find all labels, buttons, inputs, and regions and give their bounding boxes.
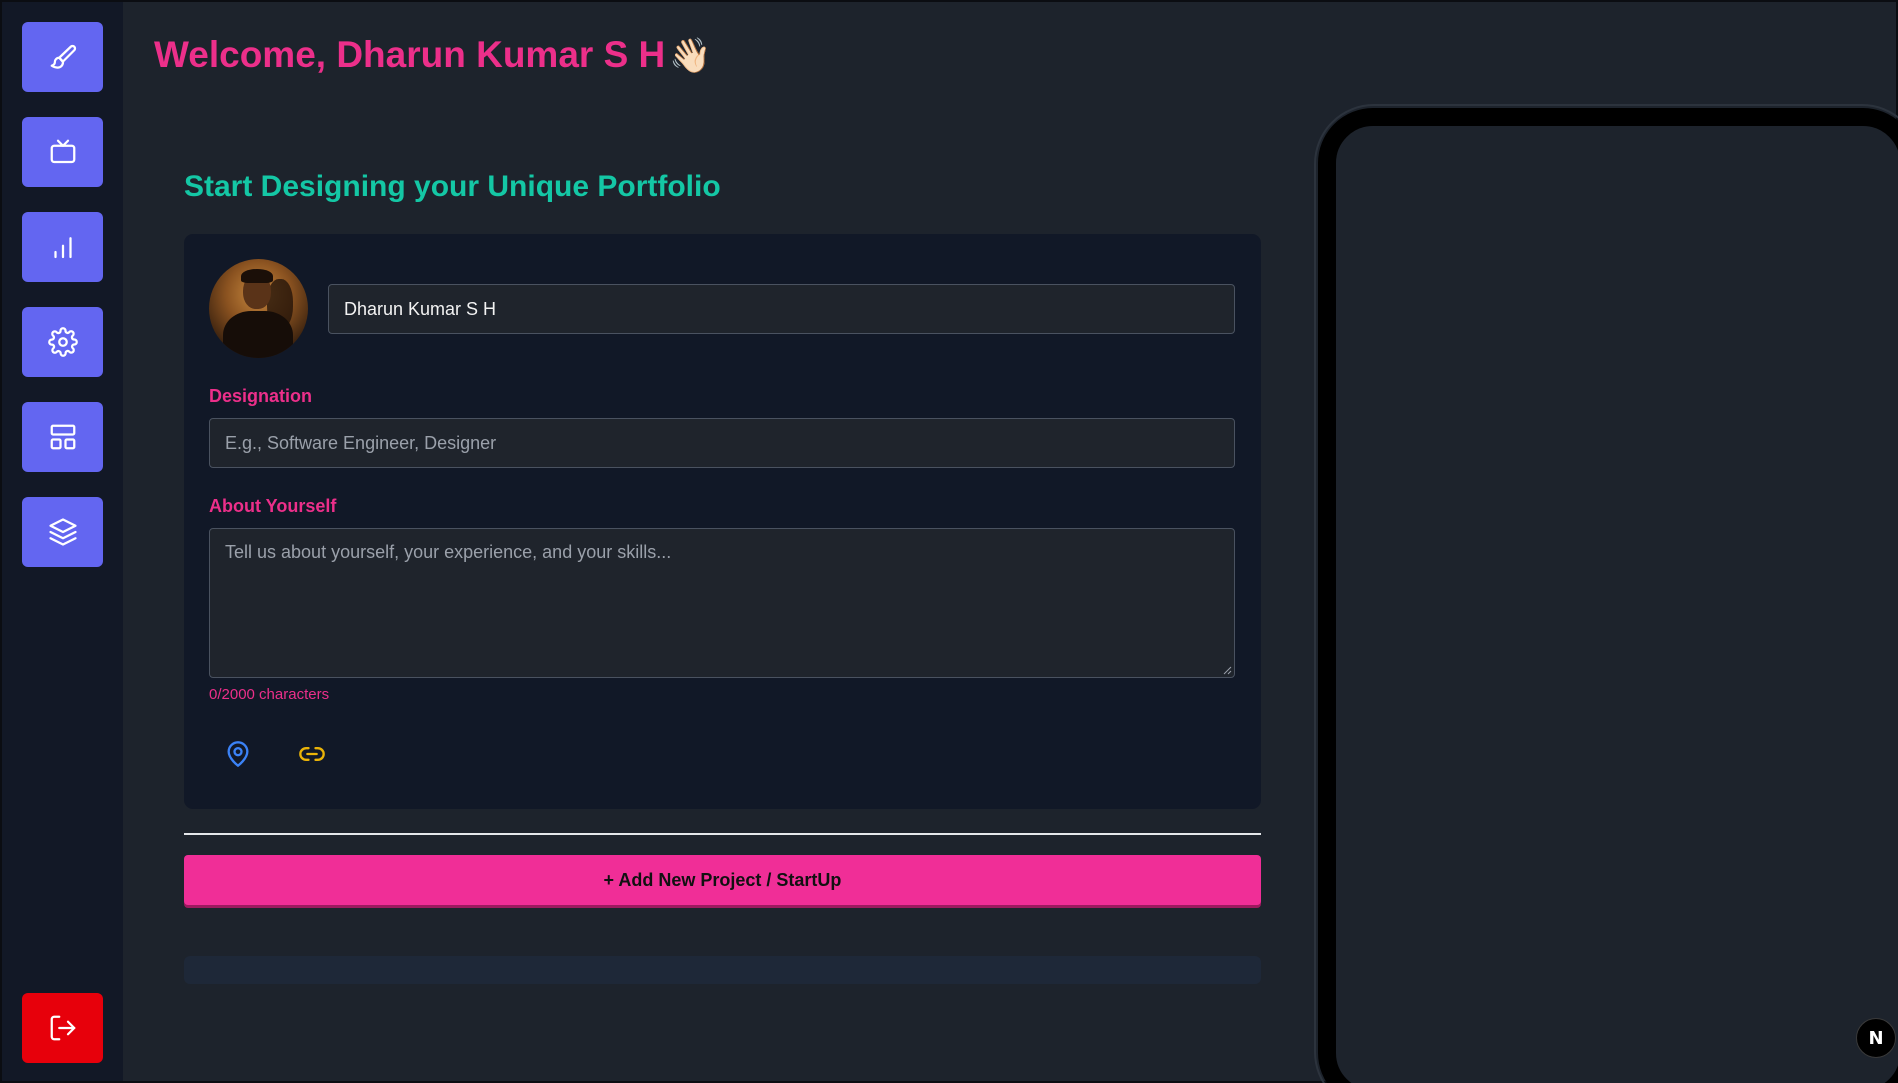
gear-icon (47, 327, 78, 357)
sidebar-item-templates[interactable] (22, 402, 103, 472)
sidebar-item-settings[interactable] (22, 307, 103, 377)
designation-label: Designation (209, 386, 313, 406)
designation-input[interactable]: E.g., Software Engineer, Designer (209, 418, 1235, 468)
tv-icon (50, 139, 75, 164)
welcome-text: Welcome, Dharun Kumar S H (154, 34, 666, 75)
sidebar-item-design[interactable] (22, 22, 103, 92)
welcome-heading: Welcome, Dharun Kumar S H 👋🏻 (154, 34, 712, 76)
link-icon (299, 747, 325, 761)
divider (184, 833, 1261, 835)
layers-icon (48, 518, 77, 546)
sidebar-item-preview[interactable] (22, 117, 103, 187)
page-title: Start Designing your Unique Portfolio (184, 170, 721, 203)
phone-preview (1318, 108, 1898, 1083)
logout-button[interactable] (22, 993, 103, 1063)
avatar[interactable] (209, 259, 308, 358)
sidebar-item-analytics[interactable] (22, 212, 103, 282)
bar-chart-icon (53, 237, 72, 259)
sidebar-item-layers[interactable] (22, 497, 103, 567)
layout-icon (50, 424, 75, 450)
name-input[interactable]: Dharun Kumar S H (328, 284, 1235, 334)
map-pin-icon (227, 741, 249, 767)
link-button[interactable] (294, 736, 330, 772)
char-counter: 0/2000 characters (209, 686, 330, 703)
sidebar (2, 2, 123, 1081)
brush-icon (50, 44, 76, 69)
about-textarea[interactable]: Tell us about yourself, your experience,… (209, 528, 1235, 678)
profile-card: Dharun Kumar S H Designation E.g., Softw… (184, 234, 1261, 809)
wave-emoji: 👋🏻 (669, 37, 712, 75)
location-button[interactable] (220, 736, 256, 772)
resize-handle-icon[interactable] (1223, 666, 1232, 675)
add-project-button[interactable]: + Add New Project / StartUp (184, 855, 1261, 905)
about-placeholder: Tell us about yourself, your experience,… (225, 542, 672, 562)
project-list-placeholder (184, 956, 1261, 984)
next-badge[interactable]: N (1856, 1018, 1896, 1058)
logout-icon (50, 1015, 75, 1041)
about-label: About Yourself (209, 496, 337, 516)
